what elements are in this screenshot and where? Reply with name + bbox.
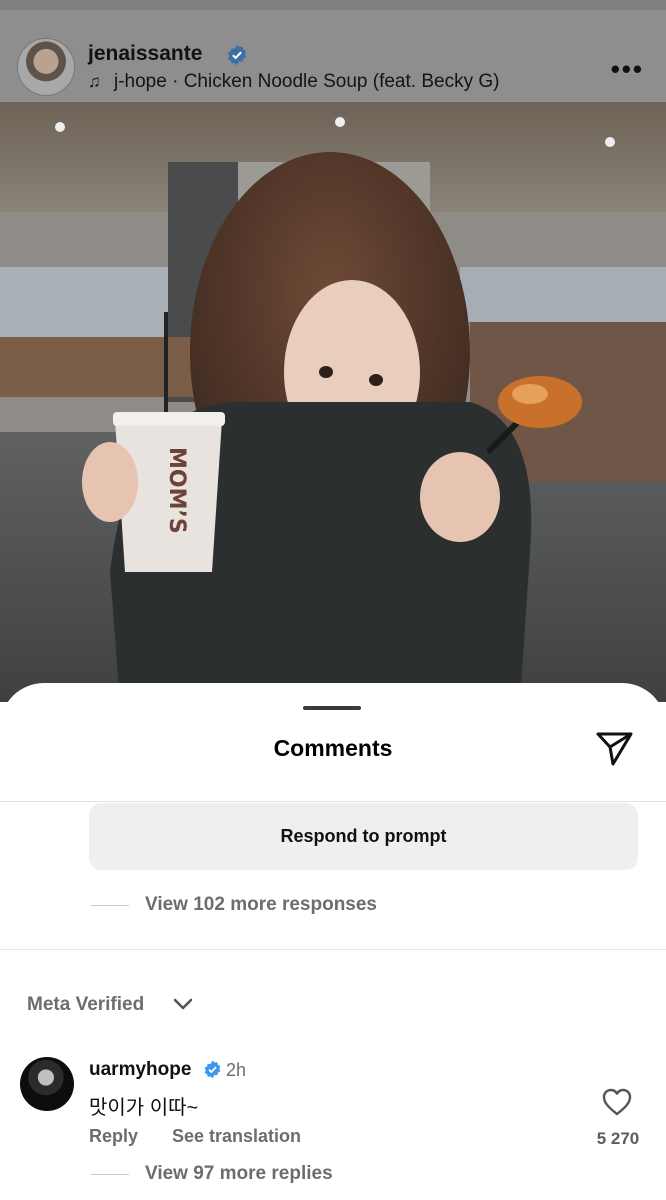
respond-to-prompt-button[interactable]: Respond to prompt [89,803,638,870]
sheet-drag-handle[interactable] [303,706,361,710]
like-count: 5 270 [596,1129,640,1148]
heart-icon[interactable] [602,1088,632,1116]
reply-button[interactable]: Reply [89,1126,138,1147]
comment-filter-label[interactable]: Meta Verified [27,994,144,1016]
chevron-down-icon[interactable] [173,997,193,1011]
view-more-replies-link[interactable]: View 97 more replies [145,1163,333,1185]
comments-sheet: Comments Respond to prompt View 102 more… [0,683,666,1200]
comment-username[interactable]: uarmyhope [89,1059,191,1081]
divider [0,949,666,950]
comment-timestamp: 2h [226,1060,247,1080]
paper-plane-icon[interactable] [595,728,635,768]
music-attribution[interactable]: ♫ j-hope · Chicken Noodle Soup (feat. Bec… [88,71,499,93]
divider [0,801,666,802]
music-track-label: j-hope · Chicken Noodle Soup (feat. Beck… [114,71,500,92]
music-note-icon: ♫ [88,72,101,91]
verified-badge-icon [204,1060,221,1079]
see-translation-button[interactable]: See translation [172,1126,301,1147]
post-photo-illustration: MOM’S [0,102,666,702]
cup-brand-text: MOM’S [164,447,189,534]
post-header: jenaissante ♫ j-hope · Chicken Noodle Sou… [0,0,666,102]
more-options-button[interactable]: ••• [611,54,644,85]
thread-line [91,905,129,906]
comment-text: 맛이가 이따~ [89,1097,199,1119]
author-username[interactable]: jenaissante [88,42,202,66]
thread-line [91,1174,129,1175]
view-more-responses-link[interactable]: View 102 more responses [145,894,377,916]
avatar[interactable] [20,1057,74,1111]
sheet-title: Comments [273,735,393,761]
post-photo: MOM’S [0,102,666,702]
author-avatar[interactable] [17,38,75,96]
verified-badge-icon [227,44,247,66]
